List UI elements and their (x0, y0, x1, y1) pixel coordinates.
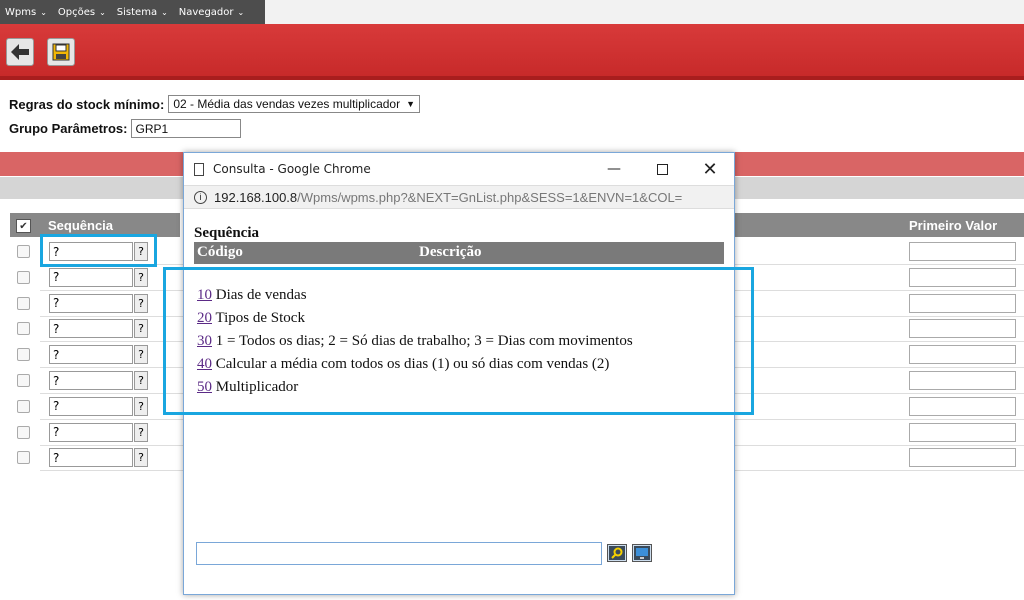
monitor-button[interactable] (632, 544, 652, 562)
chevron-down-icon: ⌄ (161, 7, 168, 17)
sequencia-input[interactable]: ? (49, 448, 133, 468)
menu-opcoes[interactable]: Opções ⌄ (53, 0, 112, 24)
lookup-button[interactable]: ? (134, 345, 148, 365)
regras-select[interactable]: 02 - Média das vendas vezes multiplicado… (168, 95, 421, 113)
maximize-icon (656, 163, 668, 175)
dropdown-arrow-icon: ▼ (406, 99, 416, 109)
col-codigo: Código (197, 244, 243, 260)
regras-row: Regras do stock mínimo: 02 - Média das v… (9, 95, 421, 113)
red-toolbar (0, 24, 1024, 80)
menubar-filler (265, 0, 1024, 24)
primeiro-valor-input[interactable] (909, 319, 1016, 339)
lookup-button[interactable]: ? (134, 371, 148, 390)
check-icon: ✔ (19, 220, 28, 232)
menu-navegador[interactable]: Navegador ⌄ (174, 0, 250, 24)
row-checkbox[interactable] (17, 425, 30, 439)
chevron-down-icon: ⌄ (99, 7, 106, 17)
url-host: 192.168.100.8 (214, 189, 298, 205)
maximize-button[interactable] (638, 153, 686, 185)
grupo-row: Grupo Parâmetros: GRP1 (9, 119, 242, 138)
info-icon[interactable]: i (194, 190, 207, 204)
col-descricao: Descrição (419, 244, 482, 260)
minimize-icon: — (607, 161, 621, 177)
lookup-button[interactable]: ? (134, 396, 148, 416)
highlight-box-results (163, 267, 754, 415)
search-button[interactable] (607, 544, 627, 562)
back-button[interactable] (6, 38, 34, 66)
monitor-icon (634, 546, 650, 560)
back-arrow-icon (11, 44, 29, 60)
primeiro-valor-input[interactable] (909, 242, 1016, 261)
window-controls: — ✕ (590, 153, 734, 185)
grupo-label: Grupo Parâmetros: (9, 121, 128, 136)
sequencia-input[interactable]: ? (49, 293, 133, 313)
floppy-disk-icon (52, 43, 70, 61)
address-bar[interactable]: i 192.168.100.8/Wpms/wpms.php?&NEXT=GnLi… (184, 185, 734, 209)
row-checkbox[interactable] (17, 399, 30, 413)
close-button[interactable]: ✕ (686, 153, 734, 185)
grid-header-right: Primeiro Valor (735, 213, 1024, 237)
regras-label: Regras do stock mínimo: (9, 96, 165, 112)
row-checkbox[interactable] (17, 270, 30, 284)
primeiro-valor-input[interactable] (909, 267, 1016, 287)
lookup-button[interactable]: ? (134, 448, 148, 468)
highlight-box-sequencia (40, 234, 157, 267)
close-icon: ✕ (702, 158, 718, 180)
lookup-button[interactable]: ? (134, 422, 148, 442)
row-checkbox[interactable] (17, 348, 30, 362)
sequencia-input[interactable]: ? (49, 422, 133, 442)
lookup-button[interactable]: ? (134, 319, 148, 339)
row-checkbox[interactable] (17, 451, 30, 465)
chevron-down-icon: ⌄ (237, 7, 245, 17)
page-icon (194, 162, 204, 176)
select-all-checkbox[interactable]: ✔ (16, 219, 31, 233)
minimize-button[interactable]: — (590, 153, 638, 185)
menu-wpms[interactable]: Wpms ⌄ (0, 0, 53, 24)
sequencia-input[interactable]: ? (49, 345, 133, 365)
magnifier-icon (609, 546, 625, 560)
row-checkbox[interactable] (17, 322, 30, 336)
popup-heading: Sequência (194, 225, 260, 241)
sequencia-input[interactable]: ? (49, 267, 133, 287)
top-menubar: Wpms ⌄ Opções ⌄ Sistema ⌄ Navegador ⌄ (0, 0, 265, 24)
sequencia-input[interactable]: ? (49, 371, 133, 390)
sequencia-input[interactable]: ? (49, 319, 133, 339)
sequencia-input[interactable]: ? (49, 396, 133, 416)
row-checkbox[interactable] (17, 245, 30, 258)
lookup-button[interactable]: ? (134, 293, 148, 313)
url-path: /Wpms/wpms.php?&NEXT=GnList.php&SESS=1&E… (297, 189, 683, 205)
primeiro-valor-input[interactable] (909, 396, 1016, 416)
popup-search-input[interactable] (196, 542, 602, 565)
row-checkbox[interactable] (17, 374, 30, 387)
save-button[interactable] (47, 38, 75, 66)
row-checkbox[interactable] (17, 296, 30, 310)
col-primeiro-valor[interactable]: Primeiro Valor (909, 218, 997, 233)
primeiro-valor-input[interactable] (909, 371, 1016, 390)
lookup-button[interactable]: ? (134, 267, 148, 287)
grupo-input[interactable]: GRP1 (131, 119, 242, 138)
chevron-down-icon: ⌄ (40, 7, 47, 17)
popup-table-header: Código Descrição (194, 242, 724, 264)
menu-sistema[interactable]: Sistema ⌄ (112, 0, 174, 24)
popup-title: Consulta - Google Chrome (213, 162, 371, 176)
primeiro-valor-input[interactable] (909, 293, 1016, 313)
primeiro-valor-input[interactable] (909, 345, 1016, 365)
primeiro-valor-input[interactable] (909, 448, 1016, 468)
primeiro-valor-input[interactable] (909, 422, 1016, 442)
